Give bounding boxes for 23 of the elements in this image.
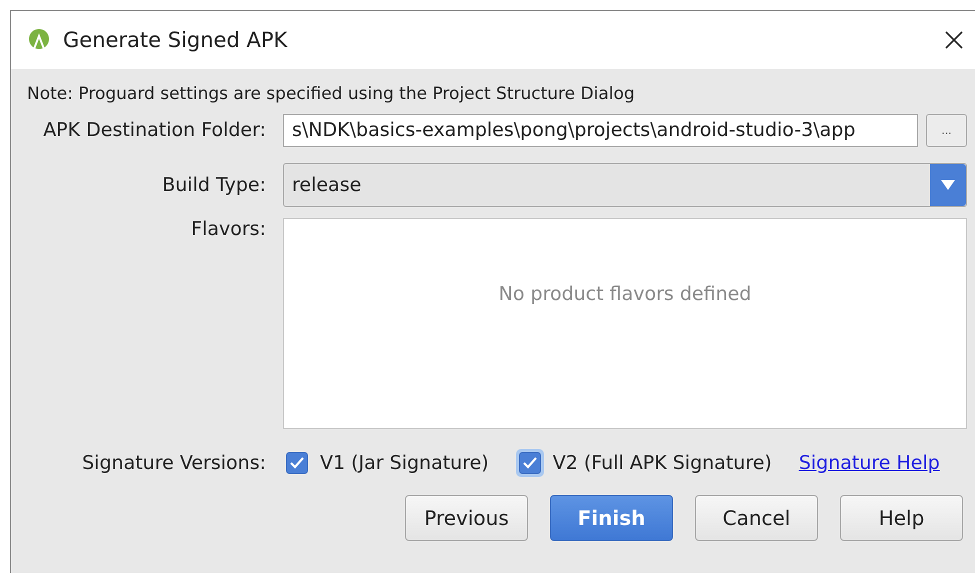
close-icon[interactable] (945, 31, 963, 49)
build-type-dropdown[interactable]: release (283, 163, 967, 207)
empty-message: No product flavors defined (498, 282, 752, 304)
dialog-button[interactable]: Cancel (695, 495, 818, 541)
field-label: Build Type: (162, 173, 266, 198)
dialog-button[interactable]: Help (840, 495, 963, 541)
dialog-button[interactable]: Previous (405, 495, 528, 541)
destination-folder-field[interactable]: s\NDK\basics-examples\pong\projects\android-studio-3\app (283, 114, 918, 146)
window-title: Generate Signed APK (63, 28, 288, 52)
field-label: Flavors: (191, 218, 266, 242)
checkbox[interactable] (283, 449, 311, 477)
note-text: Note: Proguard settings are specified using the Project Structure Dialog (26, 83, 636, 104)
checkbox-label[interactable]: V2 (Full APK Signature) (552, 452, 772, 474)
dropdown-arrow-icon (941, 180, 955, 190)
finish-button[interactable]: Finish (550, 495, 673, 541)
field-label: Signature Versions: (82, 451, 266, 476)
dropdown-value: release (291, 173, 362, 198)
field-label: APK Destination Folder: (43, 118, 266, 143)
android-studio-icon (27, 28, 51, 52)
browse-button[interactable]: ... (926, 114, 967, 146)
checkbox[interactable] (516, 449, 544, 477)
checkbox-label[interactable]: V1 (Jar Signature) (320, 452, 489, 474)
signature-help-link[interactable]: Signature Help (798, 452, 940, 474)
